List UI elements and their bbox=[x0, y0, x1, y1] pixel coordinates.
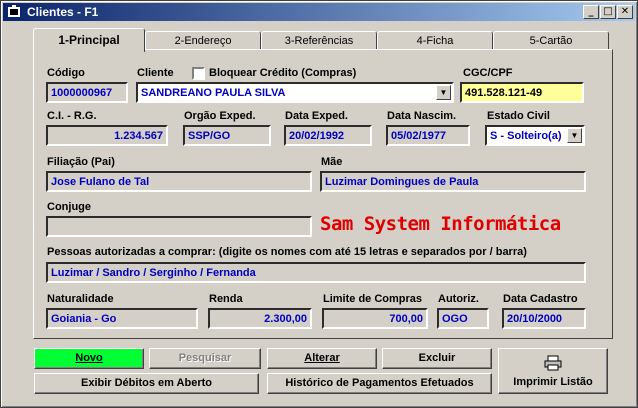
brand-logo-text: Sam System Informática bbox=[320, 213, 561, 235]
excluir-button[interactable]: Excluir bbox=[382, 348, 492, 369]
renda-label: Renda bbox=[209, 293, 243, 305]
renda-field[interactable]: 2.300,00 bbox=[208, 308, 312, 329]
cgc-field[interactable]: 491.528.121-49 bbox=[460, 82, 584, 103]
data-cadastro-field[interactable]: 20/10/2000 bbox=[502, 308, 586, 329]
app-icon bbox=[8, 5, 20, 17]
autoriz-label: Autoriz. bbox=[438, 293, 479, 305]
alterar-button-label: Alterar bbox=[304, 352, 340, 364]
data-nasc-field[interactable]: 05/02/1977 bbox=[386, 125, 470, 146]
chevron-down-icon[interactable]: ▼ bbox=[436, 85, 451, 100]
window-title: Clientes - F1 bbox=[27, 5, 99, 19]
data-exped-label: Data Exped. bbox=[285, 110, 348, 122]
tab-principal-label: 1-Principal bbox=[58, 33, 120, 47]
limite-field[interactable]: 700,00 bbox=[322, 308, 428, 329]
imprimir-listao-button-label: Imprimir Listão bbox=[513, 376, 593, 388]
bloquear-credito-checkbox[interactable] bbox=[192, 67, 205, 80]
codigo-field[interactable]: 1000000967 bbox=[46, 82, 128, 103]
filiacao-label: Filiação (Pai) bbox=[47, 156, 115, 168]
tab-endereco-label: 2-Endereço bbox=[174, 35, 232, 47]
excluir-button-label: Excluir bbox=[418, 352, 456, 364]
orgao-field[interactable]: SSP/GO bbox=[183, 125, 271, 146]
mae-label: Mãe bbox=[321, 156, 343, 168]
pesquisar-button-label: Pesquisar bbox=[178, 352, 232, 364]
filiacao-field[interactable]: Jose Fulano de Tal bbox=[46, 171, 312, 192]
bloquear-credito-label: Bloquear Crédito (Compras) bbox=[209, 67, 357, 79]
autorizadas-label: Pessoas autorizadas a comprar: (digite o… bbox=[47, 246, 527, 258]
tab-referencias-label: 3-Referências bbox=[284, 35, 354, 47]
cliente-value: SANDREANO PAULA SILVA bbox=[141, 87, 286, 99]
alterar-button[interactable]: Alterar bbox=[267, 348, 377, 369]
ci-field[interactable]: 1.234.567 bbox=[46, 125, 168, 146]
cgc-label: CGC/CPF bbox=[463, 67, 513, 79]
autorizadas-field[interactable]: Luzimar / Sandro / Serginho / Fernanda bbox=[46, 262, 586, 283]
data-nasc-label: Data Nascim. bbox=[387, 110, 457, 122]
title-bar[interactable]: Clientes - F1 _ □ ✕ bbox=[3, 3, 635, 21]
cliente-label: Cliente bbox=[137, 67, 174, 79]
conjuge-label: Conjuge bbox=[47, 201, 91, 213]
limite-label: Limite de Compras bbox=[323, 293, 423, 305]
data-exped-field[interactable]: 20/02/1992 bbox=[284, 125, 372, 146]
tab-ficha[interactable]: 4-Ficha bbox=[377, 31, 493, 51]
tab-principal[interactable]: 1-Principal bbox=[33, 28, 145, 52]
mae-field[interactable]: Luzimar Domingues de Paula bbox=[320, 171, 586, 192]
orgao-label: Orgão Exped. bbox=[184, 110, 256, 122]
tab-cartao-label: 5-Cartão bbox=[529, 35, 573, 47]
autoriz-field[interactable]: OGO bbox=[437, 308, 489, 329]
tab-endereco[interactable]: 2-Endereço bbox=[145, 31, 261, 51]
tab-ficha-label: 4-Ficha bbox=[416, 35, 454, 47]
close-button[interactable]: ✕ bbox=[617, 5, 633, 19]
clientes-window: Clientes - F1 _ □ ✕ 1-Principal 2-Endere… bbox=[0, 0, 638, 408]
pesquisar-button[interactable]: Pesquisar bbox=[149, 348, 261, 369]
historico-pagamentos-button-label: Histórico de Pagamentos Efetuados bbox=[285, 377, 474, 389]
naturalidade-label: Naturalidade bbox=[47, 293, 114, 305]
naturalidade-field[interactable]: Goiania - Go bbox=[46, 308, 198, 329]
cliente-select[interactable]: SANDREANO PAULA SILVA ▼ bbox=[136, 82, 454, 103]
imprimir-listao-button[interactable]: Imprimir Listão bbox=[498, 348, 608, 394]
conjuge-field[interactable] bbox=[46, 216, 312, 237]
printer-icon bbox=[544, 355, 562, 371]
data-cadastro-label: Data Cadastro bbox=[503, 293, 578, 305]
ci-label: C.I. - R.G. bbox=[47, 110, 97, 122]
exibir-debitos-button[interactable]: Exibir Débitos em Aberto bbox=[34, 373, 259, 394]
minimize-button[interactable]: _ bbox=[583, 5, 599, 19]
chevron-down-icon[interactable]: ▼ bbox=[567, 128, 582, 143]
novo-button-label: Novo bbox=[75, 352, 103, 364]
historico-pagamentos-button[interactable]: Histórico de Pagamentos Efetuados bbox=[267, 373, 492, 394]
estado-civil-select[interactable]: S - Solteiro(a) ▼ bbox=[485, 125, 585, 146]
codigo-label: Código bbox=[47, 67, 85, 79]
tab-referencias[interactable]: 3-Referências bbox=[261, 31, 377, 51]
novo-button[interactable]: Novo bbox=[34, 348, 144, 369]
estado-civil-label: Estado Civil bbox=[487, 110, 550, 122]
estado-civil-value: S - Solteiro(a) bbox=[490, 130, 562, 142]
exibir-debitos-button-label: Exibir Débitos em Aberto bbox=[80, 377, 212, 389]
tab-cartao[interactable]: 5-Cartão bbox=[493, 31, 609, 51]
maximize-button[interactable]: □ bbox=[600, 5, 616, 19]
